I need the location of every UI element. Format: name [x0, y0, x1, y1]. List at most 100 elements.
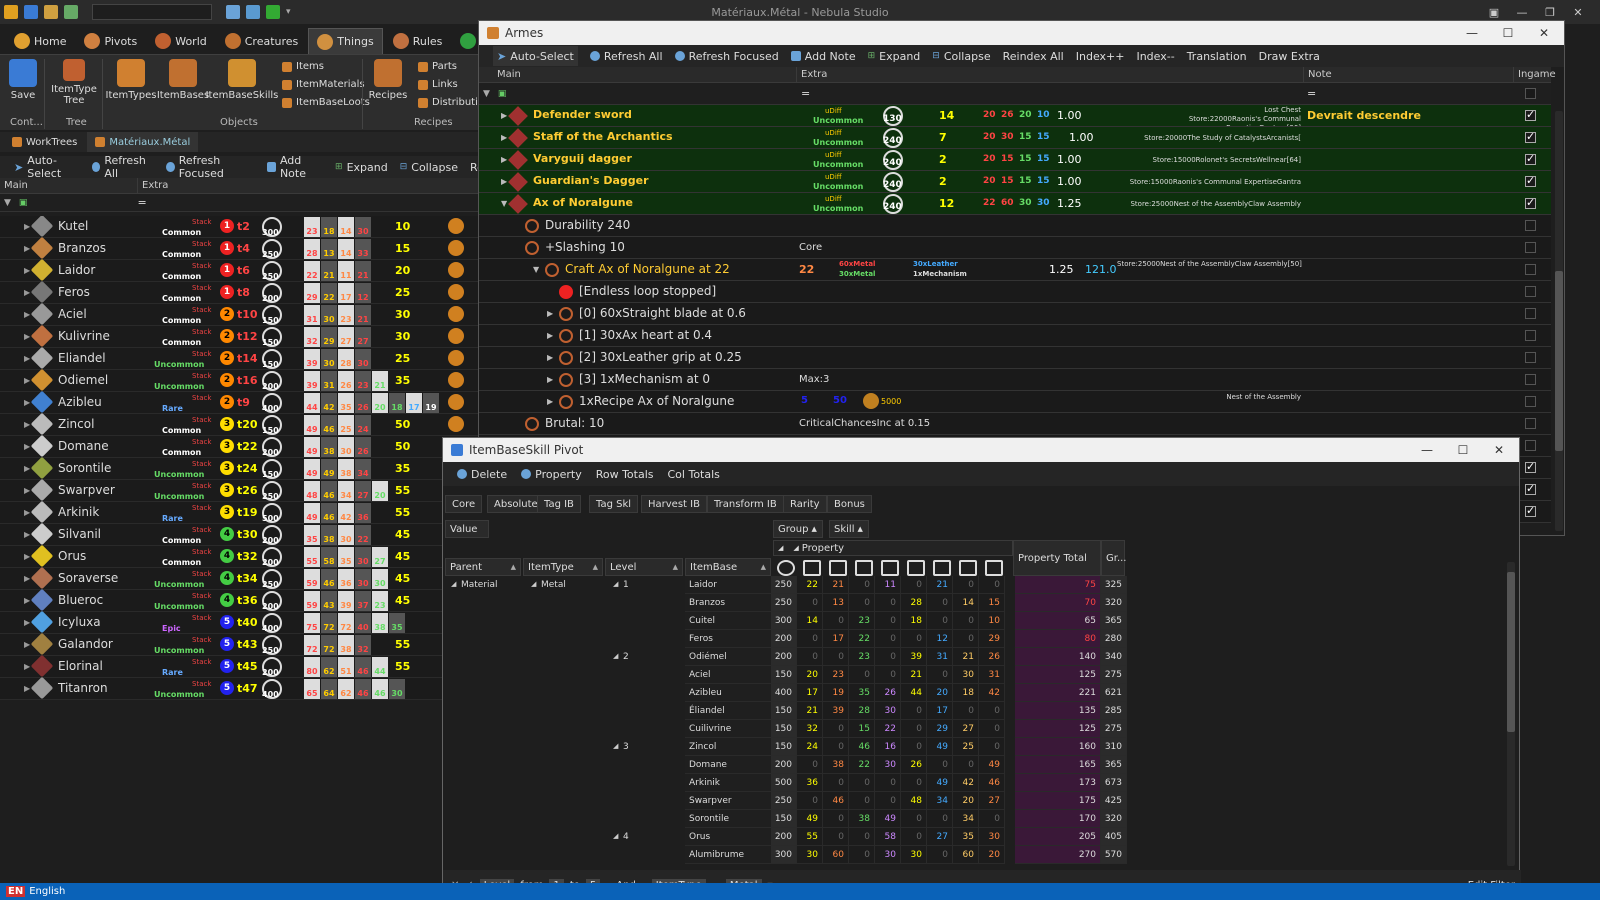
ingame-checkbox[interactable]: [1525, 130, 1536, 143]
property-total-cell[interactable]: 173: [1015, 774, 1101, 792]
table-row[interactable]: ▶ Feros Stack Common 1 t8 200 29 22 17 12 25: [0, 280, 480, 304]
skill-cell[interactable]: 39: [823, 702, 849, 720]
gr-header[interactable]: Gr...: [1101, 540, 1126, 576]
ribbon-tab-rules[interactable]: Rules: [385, 28, 451, 54]
pivot-scrollbar[interactable]: [1507, 562, 1515, 866]
skill-cell[interactable]: 20: [953, 792, 979, 810]
expand-arrow-icon[interactable]: ▶: [24, 442, 30, 451]
index-plus-button[interactable]: Index++: [1076, 50, 1125, 63]
pivot-minimize-button[interactable]: —: [1409, 438, 1445, 462]
filter-icon[interactable]: ▼: [479, 89, 490, 99]
property-total-cell[interactable]: 160: [1015, 738, 1101, 756]
skill-cell[interactable]: 20: [979, 846, 1005, 864]
table-row[interactable]: ▶ Sorontile Stack Uncommon 3 t24 150 49 49 38 34 35: [0, 456, 480, 480]
property-total-cell[interactable]: 221: [1015, 684, 1101, 702]
skill-cell[interactable]: 46: [849, 738, 875, 756]
skill-cell[interactable]: 0: [797, 648, 823, 666]
expand-arrow-icon[interactable]: ▶: [24, 420, 30, 429]
filter-icon[interactable]: ▼: [0, 198, 11, 208]
skill-cell[interactable]: 21: [901, 666, 927, 684]
ingame-checkbox[interactable]: [1525, 264, 1536, 275]
skill-cell[interactable]: 30: [979, 828, 1005, 846]
property-column-group[interactable]: ◢ ◢ Property: [773, 540, 1013, 556]
skill-cell[interactable]: 11: [875, 576, 901, 594]
itemtype-tree-button[interactable]: ItemType Tree: [51, 59, 97, 106]
armes-scroll-thumb[interactable]: [1555, 271, 1563, 451]
expand-arrow-icon[interactable]: ▶: [547, 353, 553, 362]
skill-cell[interactable]: 250: [771, 594, 797, 612]
skill-cell[interactable]: 0: [953, 630, 979, 648]
skill-field[interactable]: Skill ▲: [829, 520, 869, 538]
expand-arrow-icon[interactable]: ▶: [24, 222, 30, 231]
skill-cell[interactable]: 0: [849, 576, 875, 594]
skill-cell[interactable]: 23: [849, 612, 875, 630]
skill-cell[interactable]: 0: [927, 594, 953, 612]
collapse-icon[interactable]: ◢: [613, 580, 618, 588]
skill-cell[interactable]: 16: [875, 738, 901, 756]
skill-cell[interactable]: 0: [953, 756, 979, 774]
grand-total-cell[interactable]: 325: [1101, 576, 1127, 594]
grand-total-cell[interactable]: 280: [1101, 630, 1127, 648]
grand-total-cell[interactable]: 340: [1101, 648, 1127, 666]
skill-cell[interactable]: 30: [901, 846, 927, 864]
skill-cell[interactable]: 0: [901, 630, 927, 648]
skill-cell[interactable]: 14: [953, 594, 979, 612]
funnel-icon[interactable]: ▣: [11, 198, 28, 208]
ingame-checkbox[interactable]: [1525, 374, 1536, 385]
save-icon[interactable]: [24, 5, 38, 19]
refresh-focused-button[interactable]: Refresh Focused: [166, 154, 255, 180]
expand-arrow-icon[interactable]: ▶: [547, 375, 553, 384]
skill-cell[interactable]: 0: [901, 720, 927, 738]
skill-cell[interactable]: 0: [953, 702, 979, 720]
pivot-tab[interactable]: Tag Skl: [589, 495, 639, 513]
grand-total-cell[interactable]: 570: [1101, 846, 1127, 864]
table-row[interactable]: ▶ Azibleu Stack Rare 2 t9 400 44 42 35 26 20 18 17 19: [0, 390, 480, 414]
value-field[interactable]: Value: [445, 520, 489, 538]
ingame-checkbox[interactable]: [1525, 440, 1536, 451]
recipe-link-icon[interactable]: [448, 416, 464, 432]
grand-total-cell[interactable]: 673: [1101, 774, 1127, 792]
property-total-cell[interactable]: 175: [1015, 792, 1101, 810]
itembases-button[interactable]: ItemBases: [157, 59, 209, 101]
table-row[interactable]: ▶ Zincol Stack Common 3 t20 150 49 46 25 24 50: [0, 412, 480, 436]
skill-cell[interactable]: 23: [849, 648, 875, 666]
note-filter[interactable]: =: [1307, 87, 1316, 100]
collapse-icon[interactable]: ◢: [613, 832, 618, 840]
col-totals-button[interactable]: Col Totals: [668, 468, 720, 481]
skill-cell[interactable]: 0: [953, 612, 979, 630]
collapse-icon[interactable]: ◢: [613, 652, 618, 660]
skill-cell[interactable]: 42: [953, 774, 979, 792]
skill-cell[interactable]: 19: [823, 684, 849, 702]
skill-cell[interactable]: 0: [875, 792, 901, 810]
ingame-checkbox[interactable]: [1525, 352, 1536, 363]
property-total-cell[interactable]: 125: [1015, 666, 1101, 684]
skill-cell[interactable]: 0: [875, 594, 901, 612]
skill-cell[interactable]: 17: [927, 702, 953, 720]
skill-cell[interactable]: 49: [979, 756, 1005, 774]
quick-search-input[interactable]: [92, 4, 212, 20]
skill-cell[interactable]: 48: [901, 792, 927, 810]
skill-cell[interactable]: 0: [849, 666, 875, 684]
property-total-header[interactable]: Property Total: [1013, 540, 1101, 576]
grand-total-cell[interactable]: 285: [1101, 702, 1127, 720]
ingame-checkbox[interactable]: [1525, 196, 1536, 209]
skill-cell[interactable]: 38: [823, 756, 849, 774]
table-row[interactable]: ▶ Domane Stack Common 3 t22 200 49 38 30 26 50: [0, 434, 480, 458]
skill-cell[interactable]: 150: [771, 702, 797, 720]
ingame-checkbox[interactable]: [1525, 220, 1536, 231]
expand-arrow-icon[interactable]: ▶: [24, 354, 30, 363]
table-row[interactable]: ▶ Odiemel Stack Uncommon 2 t16 200 39 31 26 23 21 35: [0, 368, 480, 392]
ingame-checkbox[interactable]: [1525, 482, 1536, 495]
armes-add-note-button[interactable]: Add Note: [790, 50, 856, 63]
tree-icon[interactable]: [226, 5, 240, 19]
grand-total-cell[interactable]: 425: [1101, 792, 1127, 810]
skill-cell[interactable]: 49: [927, 774, 953, 792]
table-row[interactable]: ▶ Arkinik Stack Rare 3 t19 500 49 46 42 36 55: [0, 500, 480, 524]
expand-arrow-icon[interactable]: ▶: [24, 288, 30, 297]
skill-cell[interactable]: 46: [823, 792, 849, 810]
skill-cell[interactable]: 0: [875, 630, 901, 648]
skill-cell[interactable]: 0: [849, 792, 875, 810]
ingame-checkbox[interactable]: [1525, 330, 1536, 341]
skill-cell[interactable]: 0: [927, 612, 953, 630]
skill-cell[interactable]: 0: [823, 738, 849, 756]
